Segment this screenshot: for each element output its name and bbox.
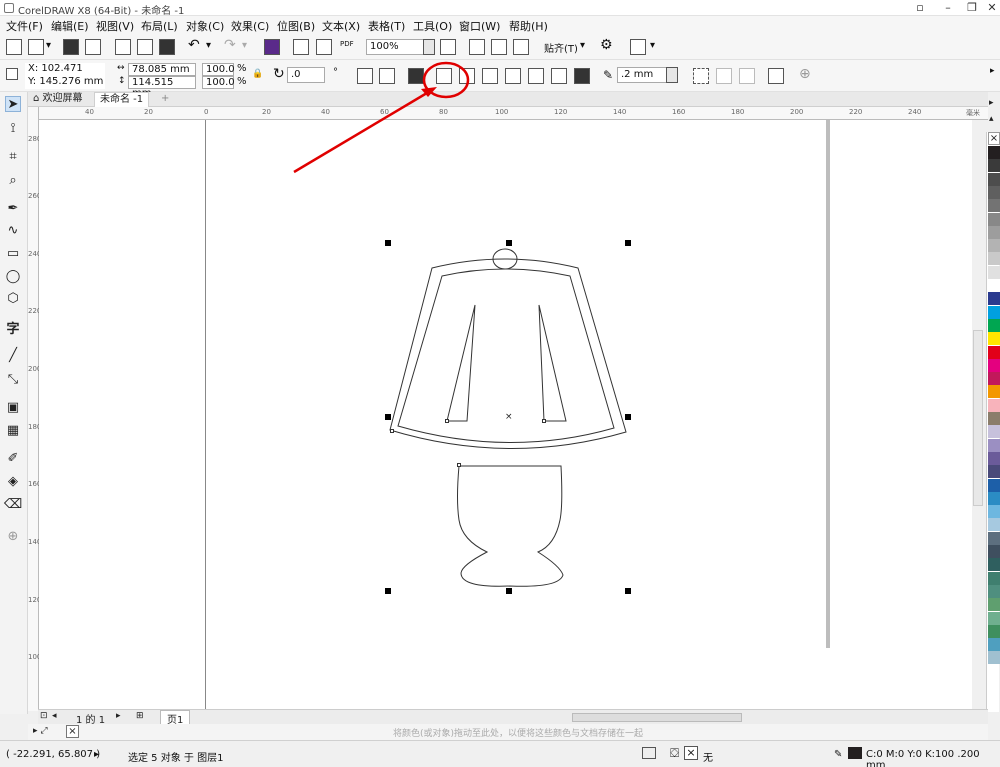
color-swatch[interactable] — [988, 598, 1000, 612]
selection-handle[interactable] — [385, 414, 391, 420]
color-swatch[interactable] — [988, 478, 1000, 492]
node-marker[interactable] — [457, 463, 461, 467]
color-swatch[interactable] — [988, 398, 1000, 412]
color-swatch[interactable] — [988, 318, 1000, 332]
color-swatch[interactable] — [988, 465, 1000, 479]
color-drop-hint: 将颜色(或对象)拖动至此处，以便将这些颜色与文档存储在一起 — [393, 729, 644, 739]
center-marker-icon[interactable]: × — [505, 412, 513, 422]
color-swatch[interactable] — [988, 624, 1000, 638]
palette-menu-icon[interactable]: ▴ — [989, 114, 994, 124]
color-swatch[interactable] — [988, 172, 1000, 186]
node-marker[interactable] — [445, 419, 449, 423]
node-marker[interactable] — [390, 429, 394, 433]
selection-handle[interactable] — [506, 240, 512, 246]
color-swatch[interactable] — [988, 345, 1000, 359]
selection-handle[interactable] — [385, 588, 391, 594]
color-swatch[interactable] — [988, 305, 1000, 319]
color-swatch[interactable] — [988, 651, 1000, 665]
status-bar: ( -22.291, 65.807 ) ▸ 选定 5 对象 于 图层1 ⛋ × … — [0, 740, 1000, 767]
color-swatch[interactable] — [988, 611, 1000, 625]
add-page-icon[interactable]: ⊞ — [136, 711, 144, 721]
cursor-coordinates: ( -22.291, 65.807 ) — [6, 749, 101, 760]
color-swatch[interactable] — [988, 412, 1000, 425]
color-swatch[interactable] — [988, 638, 1000, 652]
selection-handle[interactable] — [625, 240, 631, 246]
palette-arrows-icon[interactable]: ▸ ⤢ — [33, 726, 48, 736]
color-swatch[interactable] — [988, 146, 1000, 159]
selection-handle[interactable] — [506, 588, 512, 594]
lampshade-stripe-right[interactable] — [538, 304, 567, 422]
color-swatch[interactable] — [988, 252, 1000, 266]
color-swatch[interactable] — [988, 265, 1000, 279]
lamp-drawing[interactable] — [0, 0, 1000, 767]
color-swatch[interactable] — [988, 518, 1000, 532]
selection-handle[interactable] — [385, 240, 391, 246]
fill-none-swatch[interactable]: × — [684, 746, 698, 760]
node-marker[interactable] — [542, 419, 546, 423]
outline-pen-status-icon: ✎ — [834, 749, 843, 760]
color-swatch[interactable] — [988, 212, 1000, 226]
color-swatch[interactable] — [988, 225, 1000, 239]
color-swatch[interactable] — [988, 372, 1000, 386]
color-swatch[interactable] — [988, 451, 1000, 465]
previous-page-icon[interactable]: ◂ — [52, 711, 57, 721]
color-swatch[interactable] — [988, 185, 1000, 199]
selection-status: 选定 5 对象 于 图层1 — [128, 753, 224, 764]
color-swatch[interactable] — [988, 159, 1000, 173]
color-swatch[interactable] — [988, 558, 1000, 572]
color-swatch[interactable] — [988, 358, 1000, 372]
color-swatch[interactable] — [988, 385, 1000, 399]
selection-handle[interactable] — [625, 414, 631, 420]
first-page-icon[interactable]: ⊡ — [40, 711, 48, 721]
status-expand-icon[interactable]: ▸ — [94, 749, 99, 760]
color-swatch[interactable] — [988, 531, 1000, 545]
next-page-icon[interactable]: ▸ — [116, 711, 121, 721]
color-swatch[interactable] — [988, 571, 1000, 585]
lampshade-stripe-left[interactable] — [446, 304, 476, 422]
color-swatch[interactable] — [988, 292, 1000, 306]
document-palette: ▸ ⤢ × 将颜色(或对象)拖动至此处，以便将这些颜色与文档存储在一起 — [28, 724, 988, 740]
selection-handle[interactable] — [625, 588, 631, 594]
lamp-base[interactable] — [457, 465, 564, 587]
outline-status: C:0 M:0 Y:0 K:100 .200 mm — [866, 749, 980, 767]
color-swatch[interactable] — [988, 438, 1000, 452]
color-swatch[interactable] — [988, 425, 1000, 439]
page-navigator: ⊡ ◂ 1 的 1 ▸ ⊞ 页1 — [38, 709, 988, 727]
vertical-scrollbar[interactable] — [973, 330, 983, 506]
color-swatch[interactable] — [988, 491, 1000, 505]
fill-status: 无 — [703, 753, 713, 764]
color-swatch[interactable] — [988, 545, 1000, 558]
color-swatch[interactable] — [988, 199, 1000, 213]
palette-scroll-up-icon[interactable]: ▸ — [989, 98, 994, 108]
color-palette: × — [986, 132, 1000, 712]
color-swatch[interactable] — [988, 505, 1000, 519]
color-swatch[interactable] — [988, 279, 1000, 292]
outline-color-swatch[interactable] — [848, 747, 862, 759]
color-swatch[interactable] — [988, 332, 1000, 346]
fill-bucket-icon: ⛋ — [670, 746, 680, 760]
annotation-arrow — [293, 88, 433, 174]
no-fill-swatch[interactable]: × — [66, 725, 79, 738]
color-proof-icon[interactable] — [642, 747, 656, 759]
color-swatch[interactable] — [988, 584, 1000, 598]
color-swatch[interactable] — [988, 239, 1000, 253]
no-color-swatch[interactable]: × — [988, 132, 1000, 145]
horizontal-scrollbar[interactable] — [572, 713, 742, 722]
